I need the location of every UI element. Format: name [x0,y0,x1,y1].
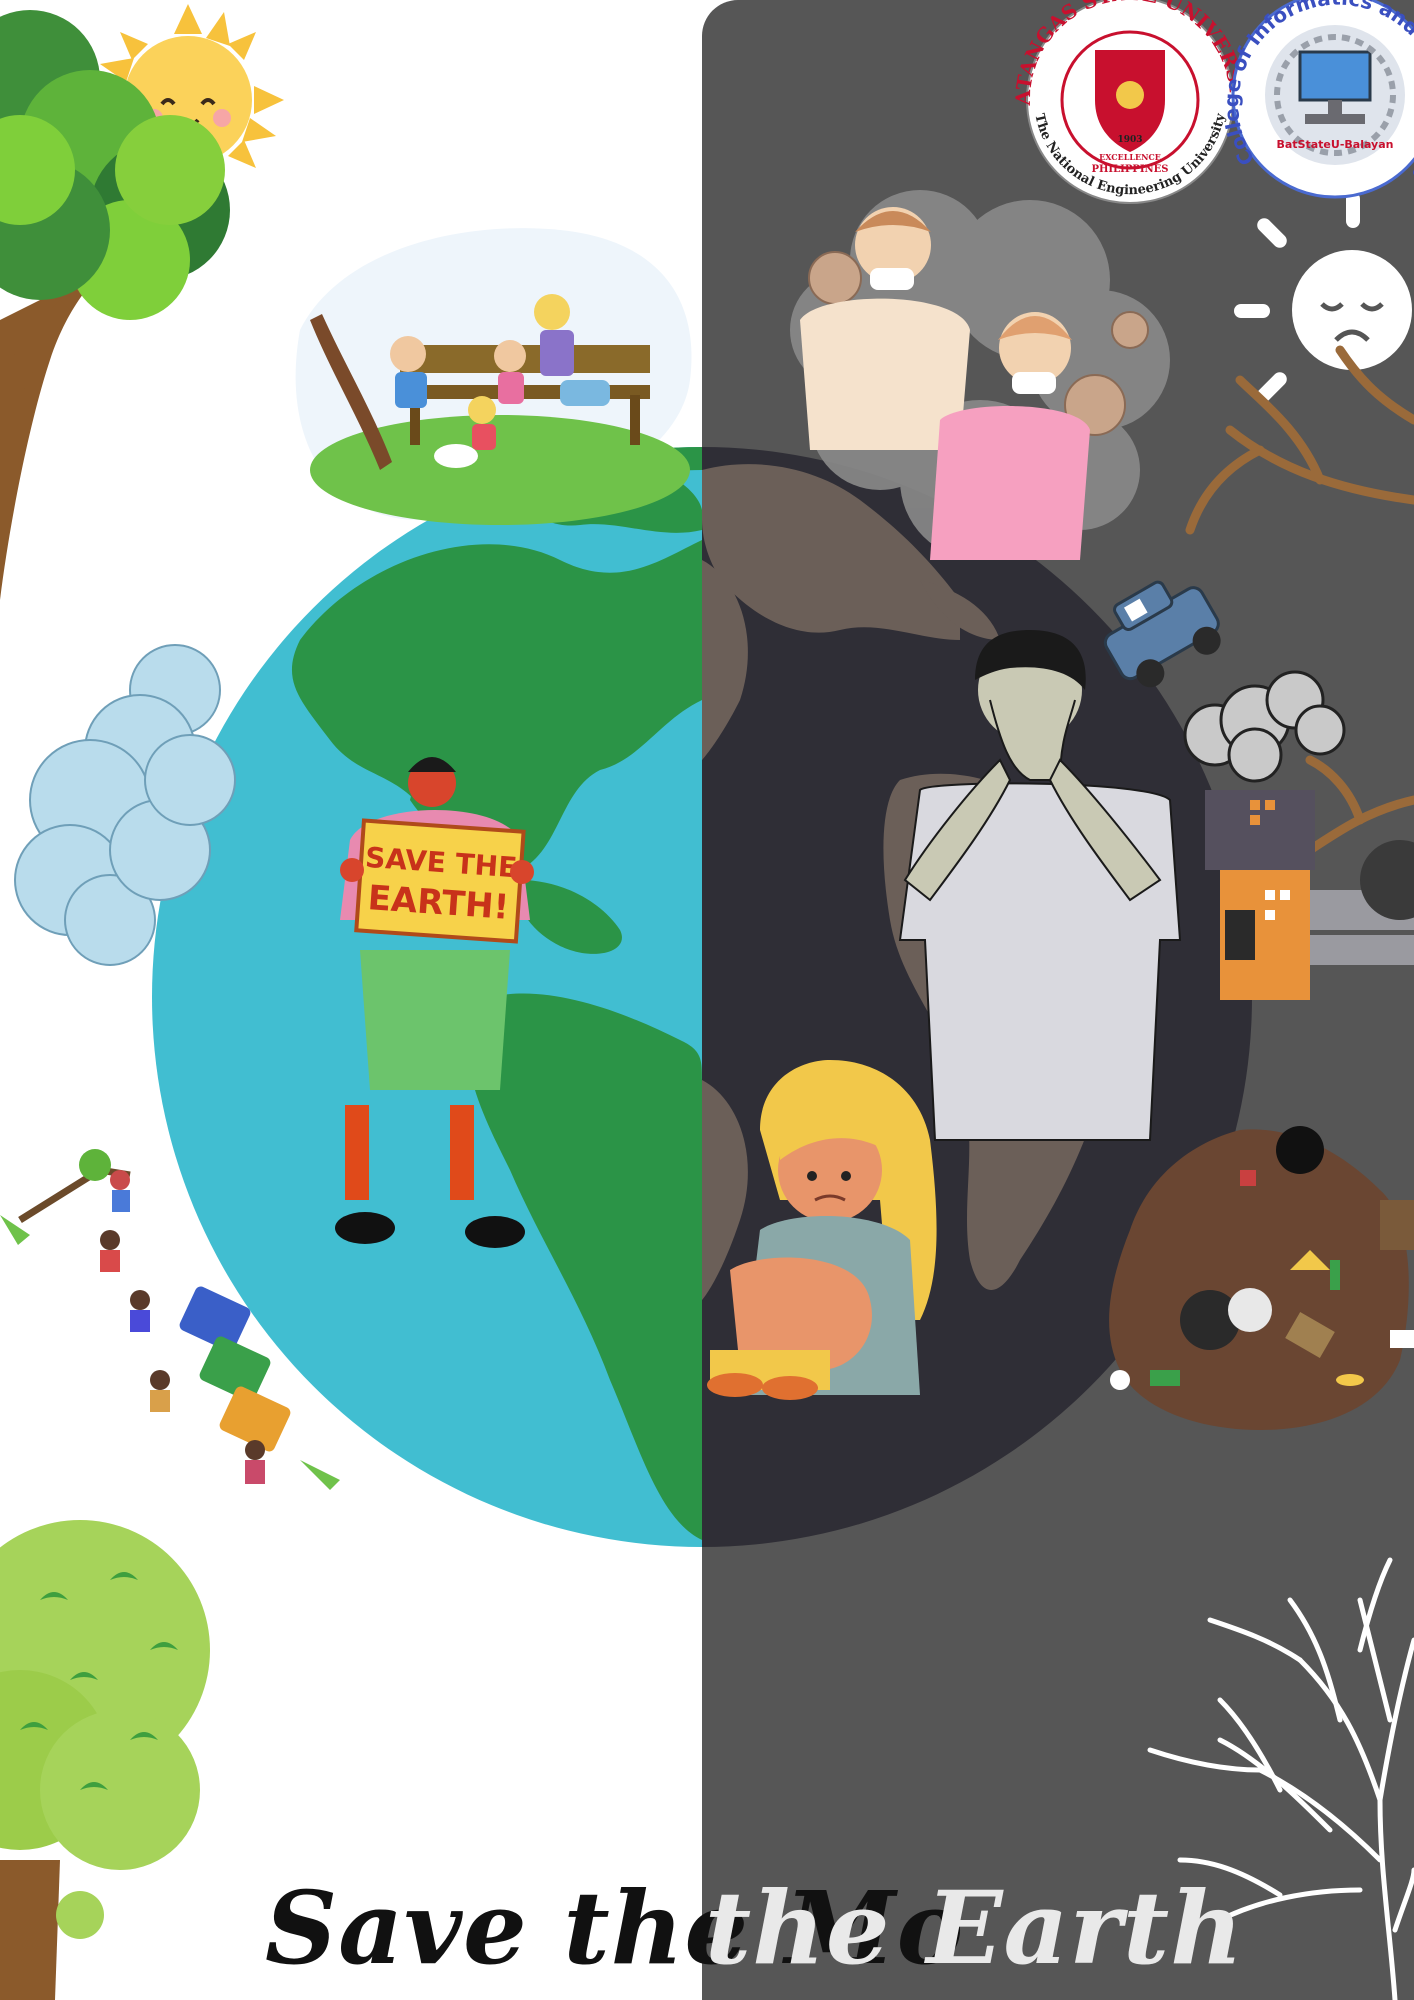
college-of-informatics-logo: BatStateU-Balayan College of Informatics… [0,0,1414,199]
poster-title-right: the Earth [705,1869,1244,1987]
college-name: College of Informatics and Computing Sci… [0,0,1414,186]
poster-canvas: SAVE THE EARTH! 1903 EXCELLENCE PHILIPPI… [0,0,1414,2000]
college-campus: BatStateU-Balayan [1277,138,1394,151]
svg-text:College of Informatics and Com: College of Informatics and Computing Sci… [0,0,1414,186]
